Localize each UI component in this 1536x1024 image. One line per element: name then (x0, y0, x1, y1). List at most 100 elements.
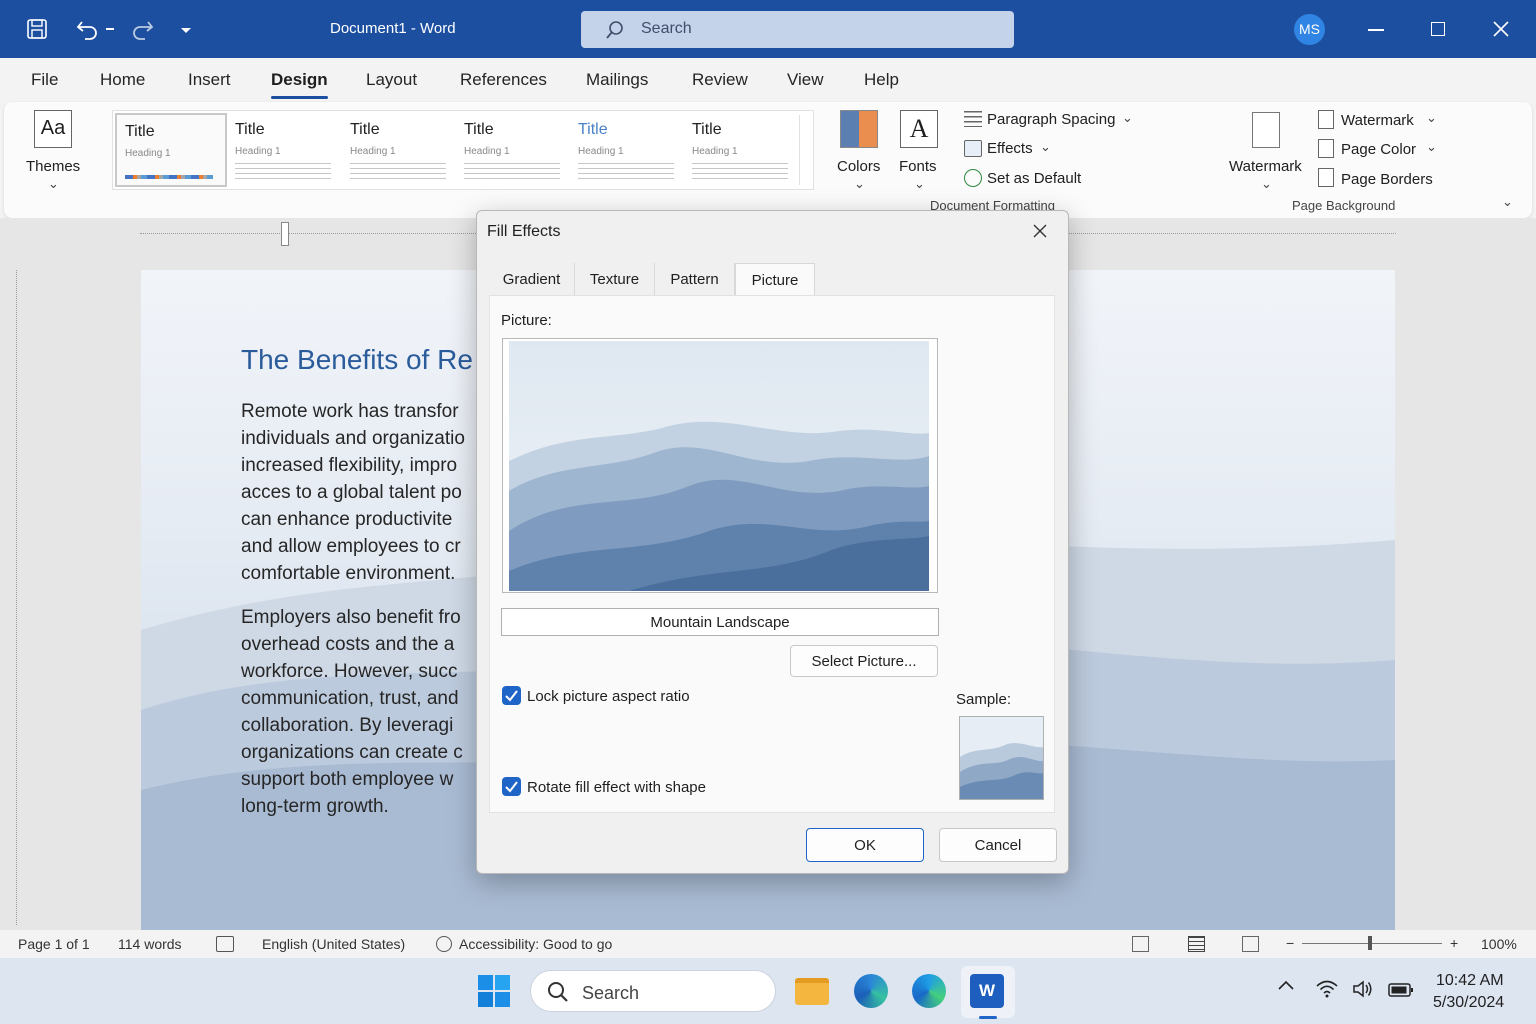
minimize-icon[interactable] (1368, 29, 1384, 31)
tab-insert[interactable]: Insert (188, 70, 231, 90)
style-set-4[interactable]: Title Heading 1 (456, 113, 568, 187)
tab-design[interactable]: Design (271, 70, 328, 99)
style-set-2[interactable]: Title Heading 1 (227, 113, 339, 187)
ribbon: Aa Themes ⌄ Title Heading 1 Title Headin… (4, 102, 1532, 218)
style-set-6[interactable]: Title Heading 1 (684, 113, 796, 187)
style-set-5[interactable]: Title Heading 1 (570, 113, 682, 187)
picture-label: Picture: (501, 312, 552, 329)
language-indicator[interactable]: English (United States) (262, 936, 405, 952)
sample-preview (959, 716, 1044, 800)
themes-button[interactable]: Aa Themes ⌄ (18, 106, 90, 191)
select-picture-button[interactable]: Select Picture... (790, 645, 938, 677)
style-heading: Heading 1 (692, 146, 738, 157)
chevron-down-icon: ⌄ (1040, 139, 1051, 154)
style-title: Title (578, 121, 608, 138)
zoom-slider-thumb[interactable] (1368, 936, 1372, 950)
chevron-up-icon[interactable] (1278, 980, 1294, 990)
maximize-icon[interactable] (1431, 22, 1445, 36)
tab-gradient[interactable]: Gradient (489, 263, 575, 295)
word-count[interactable]: 114 words (118, 936, 182, 952)
print-layout-icon[interactable] (1188, 936, 1205, 952)
fill-effects-dialog: Fill Effects Gradient Texture Pattern Pi… (476, 210, 1069, 874)
watermark-button[interactable]: Watermark ⌄ (1316, 108, 1446, 132)
focus-mode-icon[interactable] (1132, 936, 1149, 952)
customize-qat-icon[interactable] (180, 26, 192, 34)
watermark-large-label: Watermark (1229, 158, 1302, 175)
colors-icon (840, 110, 878, 148)
close-icon[interactable] (1033, 224, 1047, 238)
rotate-fill-checkbox[interactable] (502, 777, 521, 796)
fonts-button[interactable]: A Fonts ⌄ (894, 106, 944, 191)
zoom-out-icon[interactable]: − (1286, 935, 1294, 951)
word-active-indicator (979, 1016, 997, 1019)
style-heading: Heading 1 (578, 146, 624, 157)
tab-help[interactable]: Help (864, 70, 899, 90)
word-icon: W (970, 974, 1004, 1008)
page-count[interactable]: Page 1 of 1 (18, 936, 90, 952)
style-preview-lines (464, 163, 560, 183)
vertical-ruler[interactable] (10, 270, 24, 925)
style-set-1[interactable]: Title Heading 1 (115, 113, 227, 187)
title-search-box[interactable]: Search (581, 11, 1014, 48)
tab-references[interactable]: References (460, 70, 547, 90)
proofing-icon[interactable] (216, 936, 234, 952)
style-title: Title (235, 121, 265, 138)
watermark-large-button[interactable]: Watermark ⌄ (1226, 108, 1306, 192)
collapse-ribbon-icon[interactable]: ⌄ (1502, 194, 1513, 210)
tab-review[interactable]: Review (692, 70, 748, 90)
tab-mailings[interactable]: Mailings (586, 70, 648, 90)
close-window-icon[interactable] (1493, 21, 1509, 37)
zoom-in-icon[interactable]: + (1450, 935, 1458, 951)
wifi-icon[interactable] (1316, 980, 1338, 998)
undo-icon[interactable] (76, 18, 100, 40)
lock-aspect-checkbox[interactable] (502, 686, 521, 705)
battery-icon[interactable] (1388, 982, 1414, 998)
sample-label: Sample: (956, 691, 1012, 708)
page-color-label: Page Color (1341, 141, 1417, 158)
tab-home[interactable]: Home (100, 70, 145, 90)
undo-dropdown-icon[interactable] (106, 28, 114, 30)
file-explorer-icon[interactable] (795, 978, 829, 1005)
ok-button[interactable]: OK (806, 828, 924, 862)
tab-picture[interactable]: Picture (735, 263, 815, 295)
sample-mountain-thumbnail (960, 717, 1043, 799)
taskbar-search-placeholder: Search (582, 983, 640, 1003)
zoom-slider[interactable] (1302, 943, 1442, 944)
tab-pattern[interactable]: Pattern (655, 263, 735, 295)
colors-button[interactable]: Colors ⌄ (830, 106, 888, 191)
accessibility-status[interactable]: Accessibility: Good to go (459, 936, 612, 952)
gallery-scrollbar[interactable] (799, 115, 813, 185)
tab-texture[interactable]: Texture (575, 263, 655, 295)
page-borders-button[interactable]: Page Borders (1316, 166, 1446, 190)
web-layout-icon[interactable] (1242, 936, 1259, 952)
dialog-tabs: Gradient Texture Pattern Picture (489, 263, 1055, 295)
edge-icon[interactable] (854, 974, 888, 1008)
volume-icon[interactable] (1352, 980, 1374, 998)
tab-layout[interactable]: Layout (366, 70, 417, 90)
tab-view[interactable]: View (787, 70, 824, 90)
clock-time[interactable]: 10:42 AM (1436, 972, 1504, 990)
style-set-3[interactable]: Title Heading 1 (342, 113, 454, 187)
effects-label: Effects (987, 140, 1033, 157)
set-as-default-button[interactable]: Set as Default (962, 166, 1102, 190)
tab-file[interactable]: File (31, 70, 58, 90)
windows-start-icon[interactable] (478, 975, 510, 1007)
lock-aspect-label: Lock picture aspect ratio (527, 688, 690, 705)
picture-preview-frame (502, 338, 938, 593)
style-title: Title (692, 121, 722, 138)
window-title: Document1 - Word (330, 20, 456, 37)
ruler-ticks (16, 270, 17, 925)
cancel-button[interactable]: Cancel (939, 828, 1057, 862)
user-avatar[interactable]: MS (1294, 14, 1325, 45)
paragraph-spacing-button[interactable]: Paragraph Spacing ⌄ (962, 108, 1172, 132)
page-color-button[interactable]: Page Color ⌄ (1316, 137, 1446, 161)
chevron-down-icon: ⌄ (1261, 176, 1272, 191)
save-icon[interactable] (26, 18, 48, 40)
effects-button[interactable]: Effects ⌄ (962, 137, 1072, 161)
edge-beta-icon[interactable] (912, 974, 946, 1008)
indent-marker[interactable] (281, 222, 289, 246)
redo-icon[interactable] (130, 18, 154, 40)
taskbar-search[interactable]: Search (530, 970, 776, 1012)
zoom-level[interactable]: 100% (1481, 936, 1517, 952)
clock-date[interactable]: 5/30/2024 (1433, 994, 1504, 1012)
